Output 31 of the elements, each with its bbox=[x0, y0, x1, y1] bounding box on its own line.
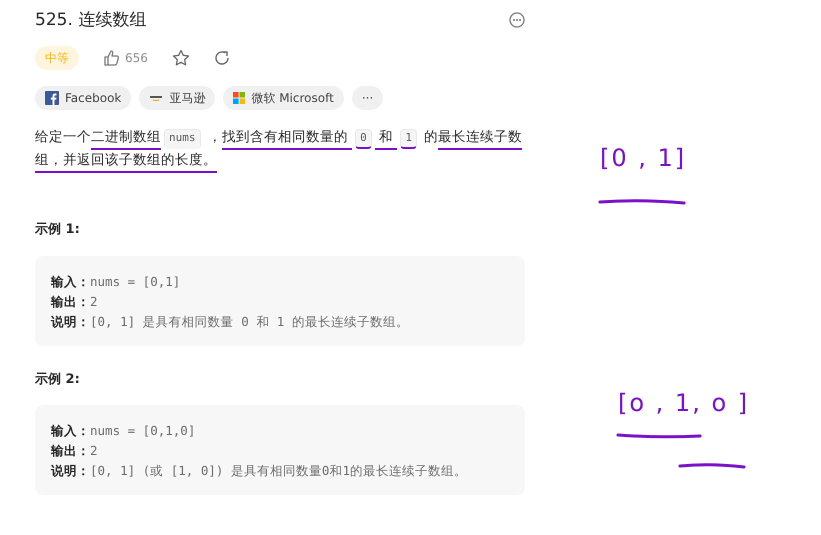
windows-logo-icon bbox=[233, 92, 246, 104]
problem-description: 给定一个二进制数组 nums ，找到含有相同数量的 0 和 1 的最长连续子数组，并返回该子数组的长度。 bbox=[35, 126, 525, 172]
handwritten-note: [o , 1, o ] bbox=[618, 388, 750, 419]
example-label: 输出： bbox=[51, 442, 90, 460]
problem-title: 525. 连续数组 bbox=[35, 10, 146, 30]
example-heading: 示例 2: bbox=[35, 370, 81, 389]
difficulty-badge: 中等 bbox=[35, 46, 79, 70]
example-value: nums = [0,1,0] bbox=[90, 422, 196, 440]
share-icon[interactable] bbox=[214, 50, 230, 66]
amazon-tag[interactable]: 亚马逊 bbox=[139, 86, 216, 110]
facebook-tag[interactable]: Facebook bbox=[35, 86, 132, 110]
handwritten-note: [0 , 1] bbox=[600, 143, 686, 174]
ink-underline bbox=[678, 462, 746, 470]
star-icon[interactable] bbox=[172, 49, 190, 68]
microsoft-tag[interactable]: 微软 Microsoft bbox=[223, 86, 344, 110]
example-value: 2 bbox=[90, 442, 98, 460]
thumbs-up-icon[interactable] bbox=[103, 49, 121, 68]
example-value: [0, 1] (或 [1, 0]) 是具有相同数量0和1的最长连续子数组。 bbox=[90, 462, 467, 480]
example-heading: 示例 1: bbox=[35, 221, 81, 240]
example-label: 说明： bbox=[51, 312, 90, 331]
example-value: [0, 1] 是具有相同数量 0 和 1 的最长连续子数组。 bbox=[90, 312, 409, 331]
example-label: 输入： bbox=[51, 272, 90, 291]
facebook-icon bbox=[45, 91, 59, 106]
example-value: nums = [0,1] bbox=[90, 272, 180, 291]
example-value: 2 bbox=[90, 292, 98, 311]
example-label: 说明： bbox=[51, 462, 90, 480]
like-count: 656 bbox=[125, 50, 148, 68]
more-icon[interactable] bbox=[509, 12, 525, 28]
example-label: 输入： bbox=[51, 422, 90, 440]
example-label: 输出： bbox=[51, 292, 90, 311]
more-tags-button[interactable]: ··· bbox=[352, 86, 384, 110]
